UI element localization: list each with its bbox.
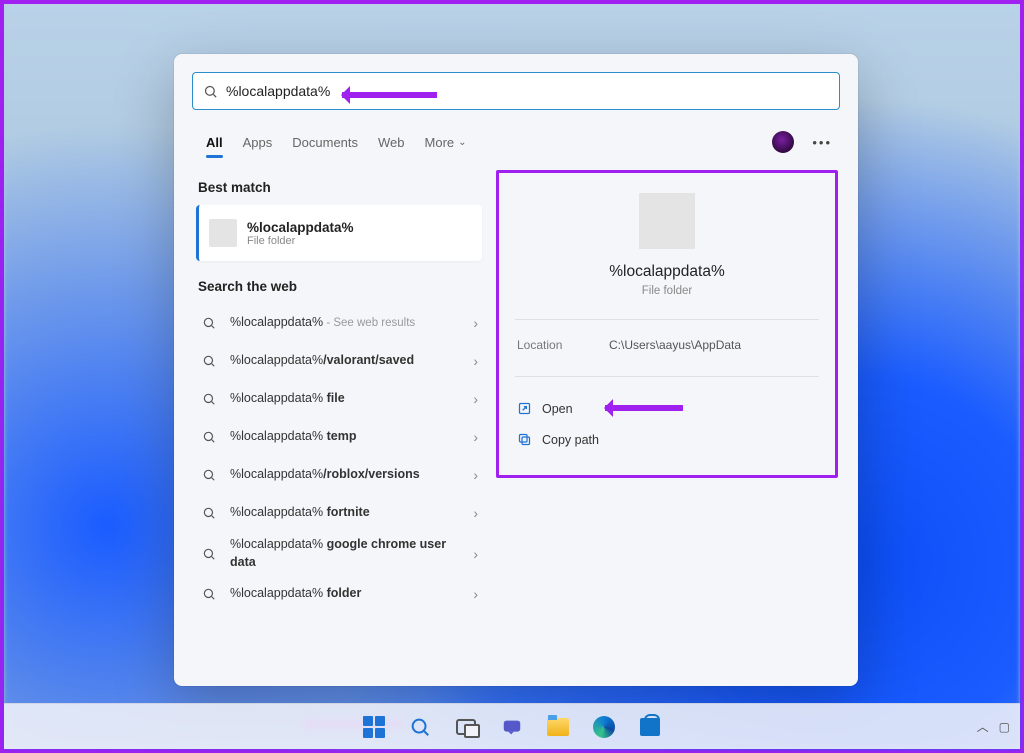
tab-web-label: Web: [378, 135, 405, 150]
tray-placeholder-icon[interactable]: ▢: [999, 720, 1010, 734]
tab-more-label: More: [425, 135, 455, 150]
tray-chevron-icon[interactable]: ︿: [977, 718, 989, 735]
chat-button[interactable]: [492, 707, 532, 747]
preview-pane: %localappdata% File folder Location C:\U…: [496, 170, 838, 478]
start-search-panel: All Apps Documents Web More⌄ ••• Best ma…: [174, 54, 858, 686]
store-button[interactable]: [630, 707, 670, 747]
divider: [515, 376, 819, 377]
web-result-label: %localappdata% folder: [222, 585, 473, 603]
web-result-item[interactable]: %localappdata% temp›: [196, 418, 486, 456]
chevron-right-icon: ›: [473, 315, 478, 331]
search-icon: [202, 468, 216, 482]
chevron-right-icon: ›: [473, 429, 478, 445]
search-bar-wrap: [174, 54, 858, 120]
preview-folder-icon: [639, 193, 695, 249]
search-web-heading: Search the web: [198, 279, 486, 294]
search-box[interactable]: [192, 72, 840, 110]
divider: [515, 319, 819, 320]
chevron-down-icon: ⌄: [458, 137, 466, 148]
web-result-item[interactable]: %localappdata% folder›: [196, 575, 486, 613]
taskbar: ︿ ▢: [4, 703, 1020, 749]
web-result-item[interactable]: %localappdata% - See web results›: [196, 304, 486, 342]
web-result-item[interactable]: %localappdata%/roblox/versions›: [196, 456, 486, 494]
chevron-right-icon: ›: [473, 505, 478, 521]
task-view-icon: [456, 719, 476, 735]
search-icon: [202, 587, 216, 601]
tab-all[interactable]: All: [196, 120, 233, 164]
web-result-label: %localappdata% google chrome user data: [222, 536, 473, 571]
results-column: Best match %localappdata% File folder Se…: [174, 164, 486, 686]
tab-all-label: All: [206, 135, 223, 150]
search-icon: [202, 354, 216, 368]
chevron-right-icon: ›: [473, 467, 478, 483]
copy-icon: [517, 432, 532, 447]
preview-subtitle: File folder: [513, 285, 821, 297]
search-icon: [202, 506, 216, 520]
windows-logo-icon: [363, 716, 385, 738]
task-view-button[interactable]: [446, 707, 486, 747]
open-action[interactable]: Open: [513, 393, 821, 424]
web-results-list: %localappdata% - See web results›%locala…: [196, 304, 486, 613]
location-label: Location: [517, 338, 609, 352]
web-result-item[interactable]: %localappdata% fortnite›: [196, 494, 486, 532]
search-icon: [202, 547, 216, 561]
tab-apps[interactable]: Apps: [233, 120, 283, 164]
search-icon: [202, 392, 216, 406]
search-content: Best match %localappdata% File folder Se…: [174, 164, 858, 686]
chevron-right-icon: ›: [473, 586, 478, 602]
search-icon: [203, 84, 218, 99]
file-explorer-button[interactable]: [538, 707, 578, 747]
web-result-item[interactable]: %localappdata% google chrome user data›: [196, 532, 486, 575]
open-icon: [517, 401, 532, 416]
search-icon: [202, 316, 216, 330]
best-match-subtitle: File folder: [247, 235, 354, 247]
web-result-label: %localappdata%/roblox/versions: [222, 466, 473, 484]
best-match-title: %localappdata%: [247, 220, 354, 235]
web-result-item[interactable]: %localappdata%/valorant/saved›: [196, 342, 486, 380]
chevron-right-icon: ›: [473, 391, 478, 407]
web-result-item[interactable]: %localappdata% file›: [196, 380, 486, 418]
open-label: Open: [542, 402, 573, 416]
preview-column: %localappdata% File folder Location C:\U…: [486, 164, 858, 686]
folder-icon: [547, 718, 569, 736]
preview-location-row: Location C:\Users\aayus\AppData: [513, 336, 821, 354]
location-value: C:\Users\aayus\AppData: [609, 338, 741, 352]
tab-documents[interactable]: Documents: [282, 120, 368, 164]
tab-documents-label: Documents: [292, 135, 358, 150]
search-icon: [409, 716, 431, 738]
tab-more[interactable]: More⌄: [415, 120, 477, 164]
preview-title: %localappdata%: [513, 263, 821, 281]
tab-apps-label: Apps: [243, 135, 273, 150]
web-result-label: %localappdata%/valorant/saved: [222, 352, 473, 370]
copy-path-action[interactable]: Copy path: [513, 424, 821, 455]
store-icon: [640, 718, 660, 736]
annotation-arrow: [605, 405, 683, 411]
best-match-heading: Best match: [198, 180, 486, 195]
annotation-arrow: [342, 92, 437, 98]
start-button[interactable]: [354, 707, 394, 747]
search-icon: [202, 430, 216, 444]
best-match-item[interactable]: %localappdata% File folder: [196, 205, 482, 261]
copy-path-label: Copy path: [542, 433, 599, 447]
system-tray[interactable]: ︿ ▢: [977, 718, 1010, 735]
user-avatar[interactable]: [772, 131, 794, 153]
web-result-label: %localappdata% - See web results: [222, 314, 473, 332]
tab-web[interactable]: Web: [368, 120, 415, 164]
edge-button[interactable]: [584, 707, 624, 747]
folder-icon: [209, 219, 237, 247]
edge-icon: [593, 716, 615, 738]
more-options-button[interactable]: •••: [808, 135, 836, 150]
web-result-label: %localappdata% file: [222, 390, 473, 408]
web-result-label: %localappdata% fortnite: [222, 504, 473, 522]
taskbar-center: [354, 707, 670, 747]
tabs-row: All Apps Documents Web More⌄ •••: [174, 120, 858, 164]
chevron-right-icon: ›: [473, 546, 478, 562]
chevron-right-icon: ›: [473, 353, 478, 369]
taskbar-search-button[interactable]: [400, 707, 440, 747]
web-result-label: %localappdata% temp: [222, 428, 473, 446]
search-input[interactable]: [226, 83, 829, 99]
chat-icon: [501, 716, 523, 738]
